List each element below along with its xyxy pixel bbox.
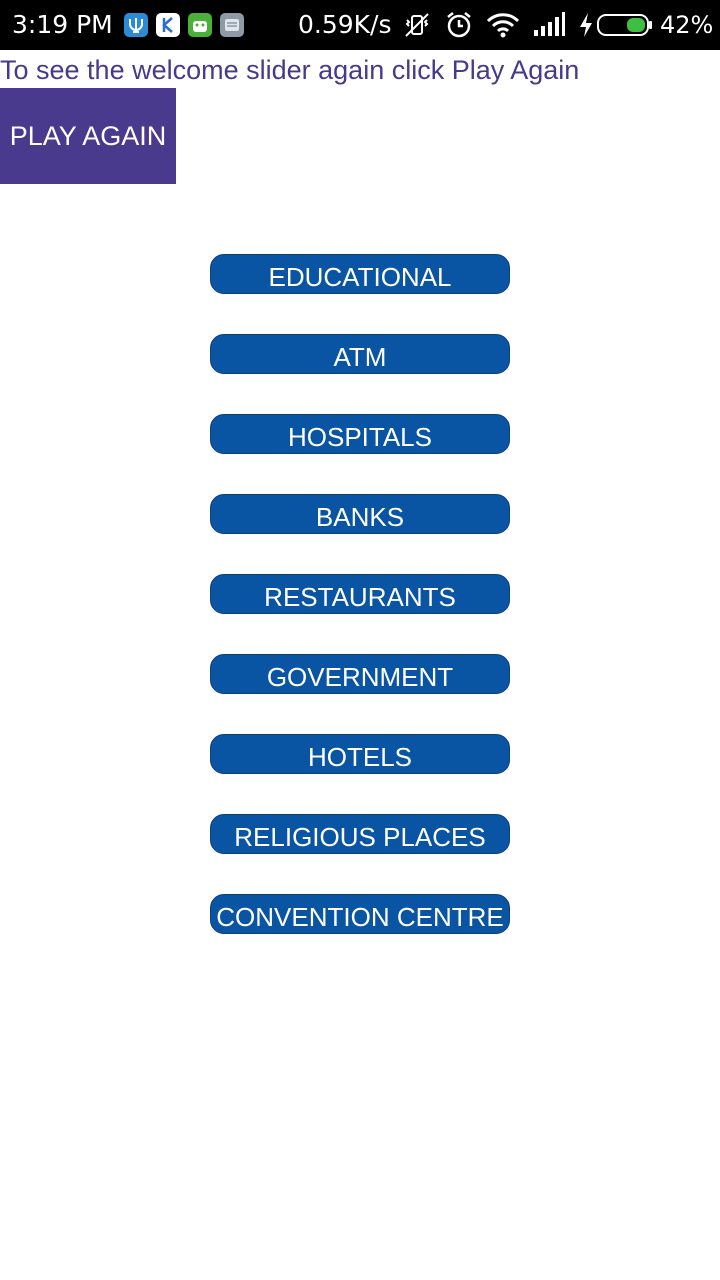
trident-app-icon xyxy=(124,13,148,37)
category-list: EDUCATIONAL ATM HOSPITALS BANKS RESTAURA… xyxy=(210,254,510,974)
charging-icon xyxy=(576,10,596,44)
android-app-icon xyxy=(188,13,212,37)
status-time: 3:19 PM xyxy=(12,10,113,39)
vibrate-off-icon xyxy=(402,10,432,44)
category-button-government[interactable]: GOVERNMENT xyxy=(210,654,510,694)
category-button-restaurants[interactable]: RESTAURANTS xyxy=(210,574,510,614)
status-bar: 3:19 PM 0.59K/s 42% xyxy=(0,0,720,50)
message-app-icon xyxy=(220,13,244,37)
category-button-hospitals[interactable]: HOSPITALS xyxy=(210,414,510,454)
network-speed: 0.59K/s xyxy=(298,10,392,39)
battery-percentage: 42% xyxy=(660,11,714,39)
intro-text: To see the welcome slider again click Pl… xyxy=(0,55,580,85)
battery-icon xyxy=(596,12,654,42)
category-button-educational[interactable]: EDUCATIONAL xyxy=(210,254,510,294)
category-button-religious-places[interactable]: RELIGIOUS PLACES xyxy=(210,814,510,854)
category-button-atm[interactable]: ATM xyxy=(210,334,510,374)
play-again-button[interactable]: PLAY AGAIN xyxy=(0,88,176,184)
alarm-icon xyxy=(444,10,474,44)
wifi-icon xyxy=(486,10,520,44)
signal-icon xyxy=(532,10,566,44)
category-button-convention-centre[interactable]: CONVENTION CENTRE xyxy=(210,894,510,934)
k-app-icon xyxy=(156,13,180,37)
category-button-banks[interactable]: BANKS xyxy=(210,494,510,534)
category-button-hotels[interactable]: HOTELS xyxy=(210,734,510,774)
